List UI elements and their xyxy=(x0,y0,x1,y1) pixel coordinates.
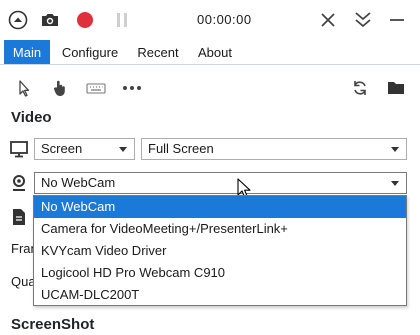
video-source-value: Screen xyxy=(41,141,83,156)
hand-icon[interactable] xyxy=(50,78,70,98)
video-source-select[interactable]: Screen xyxy=(34,138,135,160)
menu-tabs: Main Configure Recent About xyxy=(0,40,420,65)
minimize-icon[interactable] xyxy=(387,10,407,30)
more-icon[interactable] xyxy=(121,78,143,98)
webcam-select[interactable]: No WebCam xyxy=(34,172,407,194)
monitor-icon xyxy=(9,139,29,159)
file-icon xyxy=(11,208,27,226)
webcam-option[interactable]: Camera for VideoMeeting+/PresenterLink+ xyxy=(34,218,406,240)
quality-label: Qua xyxy=(11,274,36,289)
screen-mode-select[interactable]: Full Screen xyxy=(141,138,407,160)
tab-main[interactable]: Main xyxy=(4,40,50,65)
tab-about[interactable]: About xyxy=(192,40,238,65)
close-icon[interactable] xyxy=(318,10,338,30)
chevron-down-icon xyxy=(119,147,127,152)
screen-mode-value: Full Screen xyxy=(148,141,214,156)
tab-configure[interactable]: Configure xyxy=(55,40,125,65)
webcam-option[interactable]: No WebCam xyxy=(34,196,406,218)
camera-icon[interactable] xyxy=(40,10,60,30)
pointer-icon[interactable] xyxy=(14,78,34,98)
folder-icon[interactable] xyxy=(386,78,406,98)
pause-icon[interactable] xyxy=(112,10,132,30)
refresh-icon[interactable] xyxy=(350,78,370,98)
chevron-down-icon xyxy=(391,181,399,186)
video-section-title: Video xyxy=(11,109,52,126)
tab-divider xyxy=(0,64,420,65)
webcam-icon xyxy=(9,173,29,193)
frame-rate-control[interactable] xyxy=(406,238,420,260)
title-bar: 00:00:00 xyxy=(0,0,420,40)
double-chevron-down-icon[interactable] xyxy=(353,10,373,30)
chevron-down-icon xyxy=(391,147,399,152)
keyboard-icon[interactable] xyxy=(85,78,107,98)
webcam-option[interactable]: KVYcam Video Driver xyxy=(34,240,406,262)
webcam-option[interactable]: UCAM-DLC200T xyxy=(34,284,406,306)
webcam-value: No WebCam xyxy=(41,175,116,190)
webcam-dropdown-list: No WebCam Camera for VideoMeeting+/Prese… xyxy=(33,195,407,306)
record-button[interactable] xyxy=(75,10,95,30)
timer-display: 00:00:00 xyxy=(197,12,252,27)
tab-recent[interactable]: Recent xyxy=(131,40,185,65)
webcam-option[interactable]: Logicool HD Pro Webcam C910 xyxy=(34,262,406,284)
collapse-icon[interactable] xyxy=(8,10,28,30)
quality-control[interactable] xyxy=(406,271,420,293)
screenshot-section-title: ScreenShot xyxy=(11,316,95,333)
